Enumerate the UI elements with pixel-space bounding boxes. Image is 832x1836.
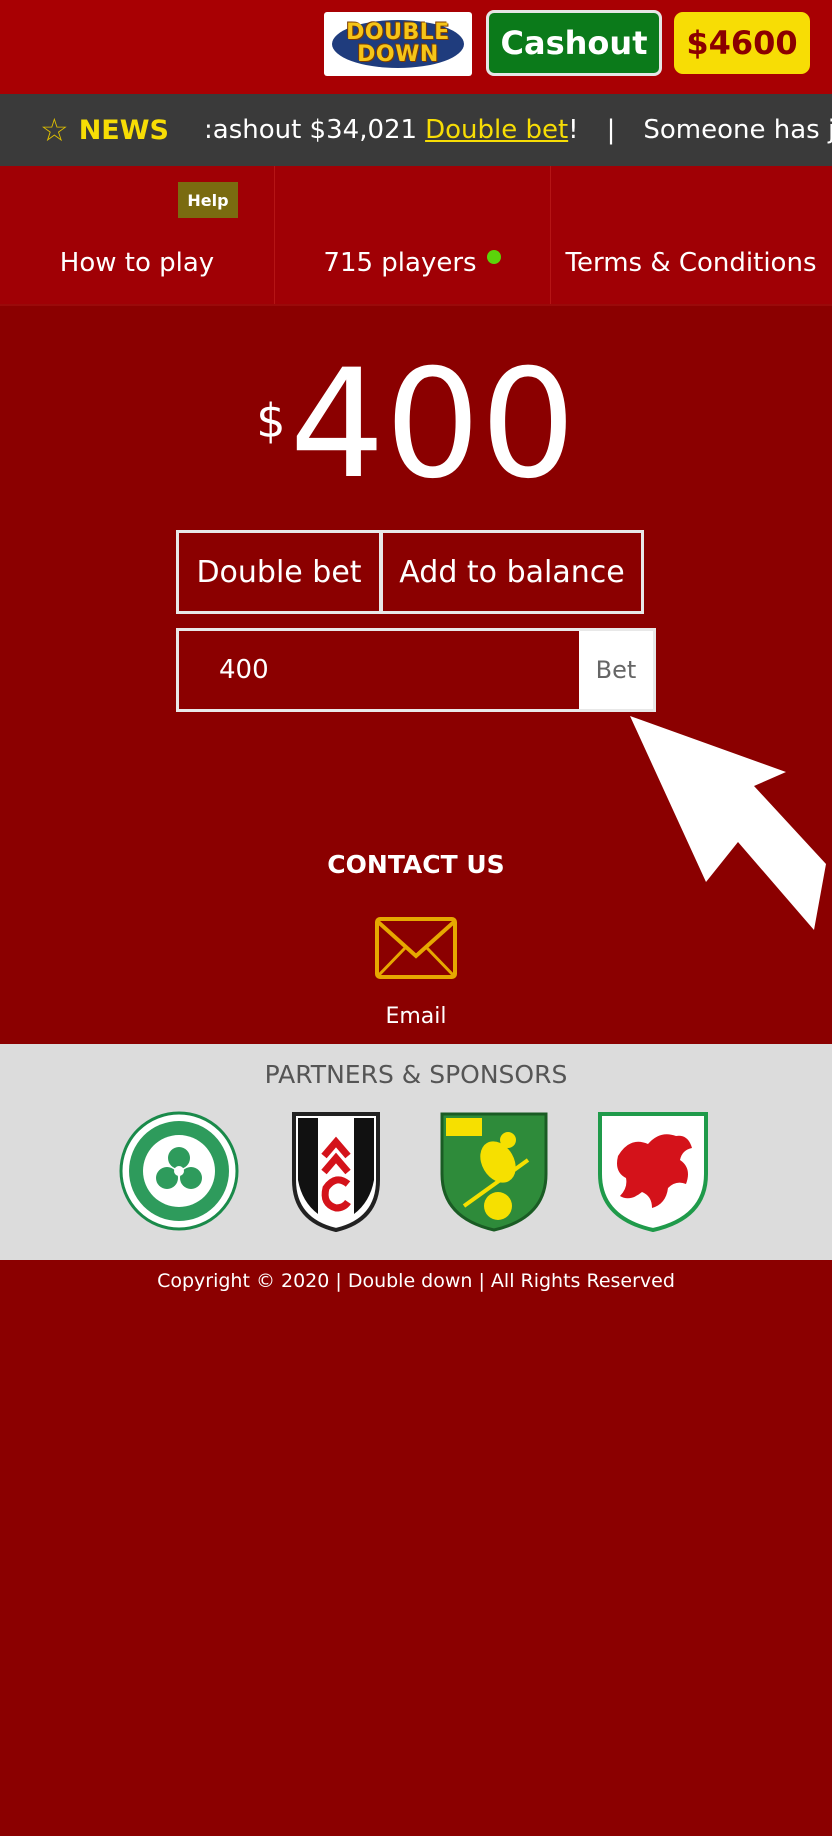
news-label: ☆ NEWS (40, 94, 169, 166)
current-bet-amount: $ 400 (0, 350, 832, 500)
bet-amount-input[interactable] (179, 631, 579, 709)
ticker-text: :ashout $34,021 (204, 115, 418, 145)
nav-terms-label: Terms & Conditions (565, 248, 817, 278)
news-label-text: NEWS (78, 114, 169, 146)
double-down-logo[interactable]: DOUBLE DOWN (324, 12, 472, 76)
bet-amount-value: 400 (289, 338, 576, 512)
bet-actions: Double bet Add to balance (176, 530, 646, 614)
logo-line-1: DOUBLE (346, 20, 450, 45)
nav-how-to-play-label: How to play (59, 248, 215, 278)
double-bet-button[interactable]: Double bet (176, 530, 382, 614)
cashout-button[interactable]: Cashout (486, 10, 662, 76)
partners-heading: PARTNERS & SPONSORS (264, 1060, 568, 1089)
balance-display[interactable]: $4600 (674, 12, 810, 74)
logo-line-2: DOWN (357, 42, 439, 67)
ticker-next-text: Someone has jus (643, 115, 832, 145)
nav-players-online[interactable]: 715 players (274, 166, 550, 304)
bet-input-group: Bet (176, 628, 656, 712)
add-to-balance-button[interactable]: Add to balance (380, 530, 644, 614)
top-header: DOUBLE DOWN Cashout $4600 (0, 0, 832, 94)
ticker-separator: | (606, 115, 616, 145)
nav-players-label: 715 players (323, 248, 477, 278)
ticker-exclaim: ! (568, 115, 579, 145)
wales-crest-icon[interactable] (596, 1110, 710, 1234)
star-icon: ☆ (40, 111, 69, 149)
email-link[interactable]: Email (0, 1004, 832, 1029)
partners-section: PARTNERS & SPONSORS (0, 1044, 832, 1260)
norwich-crest-icon[interactable] (438, 1110, 550, 1234)
nav-terms[interactable]: Terms & Conditions (550, 166, 832, 304)
celtic-crest-icon[interactable] (118, 1110, 240, 1232)
news-ticker: :ashout $34,021 Double bet ! | Someone h… (204, 94, 832, 166)
email-icon[interactable] (374, 916, 458, 980)
online-status-icon (486, 250, 501, 264)
contact-us-heading: CONTACT US (327, 850, 505, 879)
copyright-text: Copyright © 2020 | Double down | All Rig… (157, 1270, 675, 1292)
ticker-link[interactable]: Double bet (425, 115, 568, 145)
currency-symbol: $ (256, 394, 286, 448)
pointer-arrow-icon (630, 716, 826, 930)
bet-button[interactable]: Bet (579, 631, 653, 709)
news-ticker-bar: ☆ NEWS :ashout $34,021 Double bet ! | So… (0, 94, 832, 166)
info-nav: Help How to play 715 players Terms & Con… (0, 166, 832, 306)
fulham-crest-icon[interactable] (290, 1110, 382, 1234)
nav-how-to-play[interactable]: How to play (0, 166, 274, 304)
